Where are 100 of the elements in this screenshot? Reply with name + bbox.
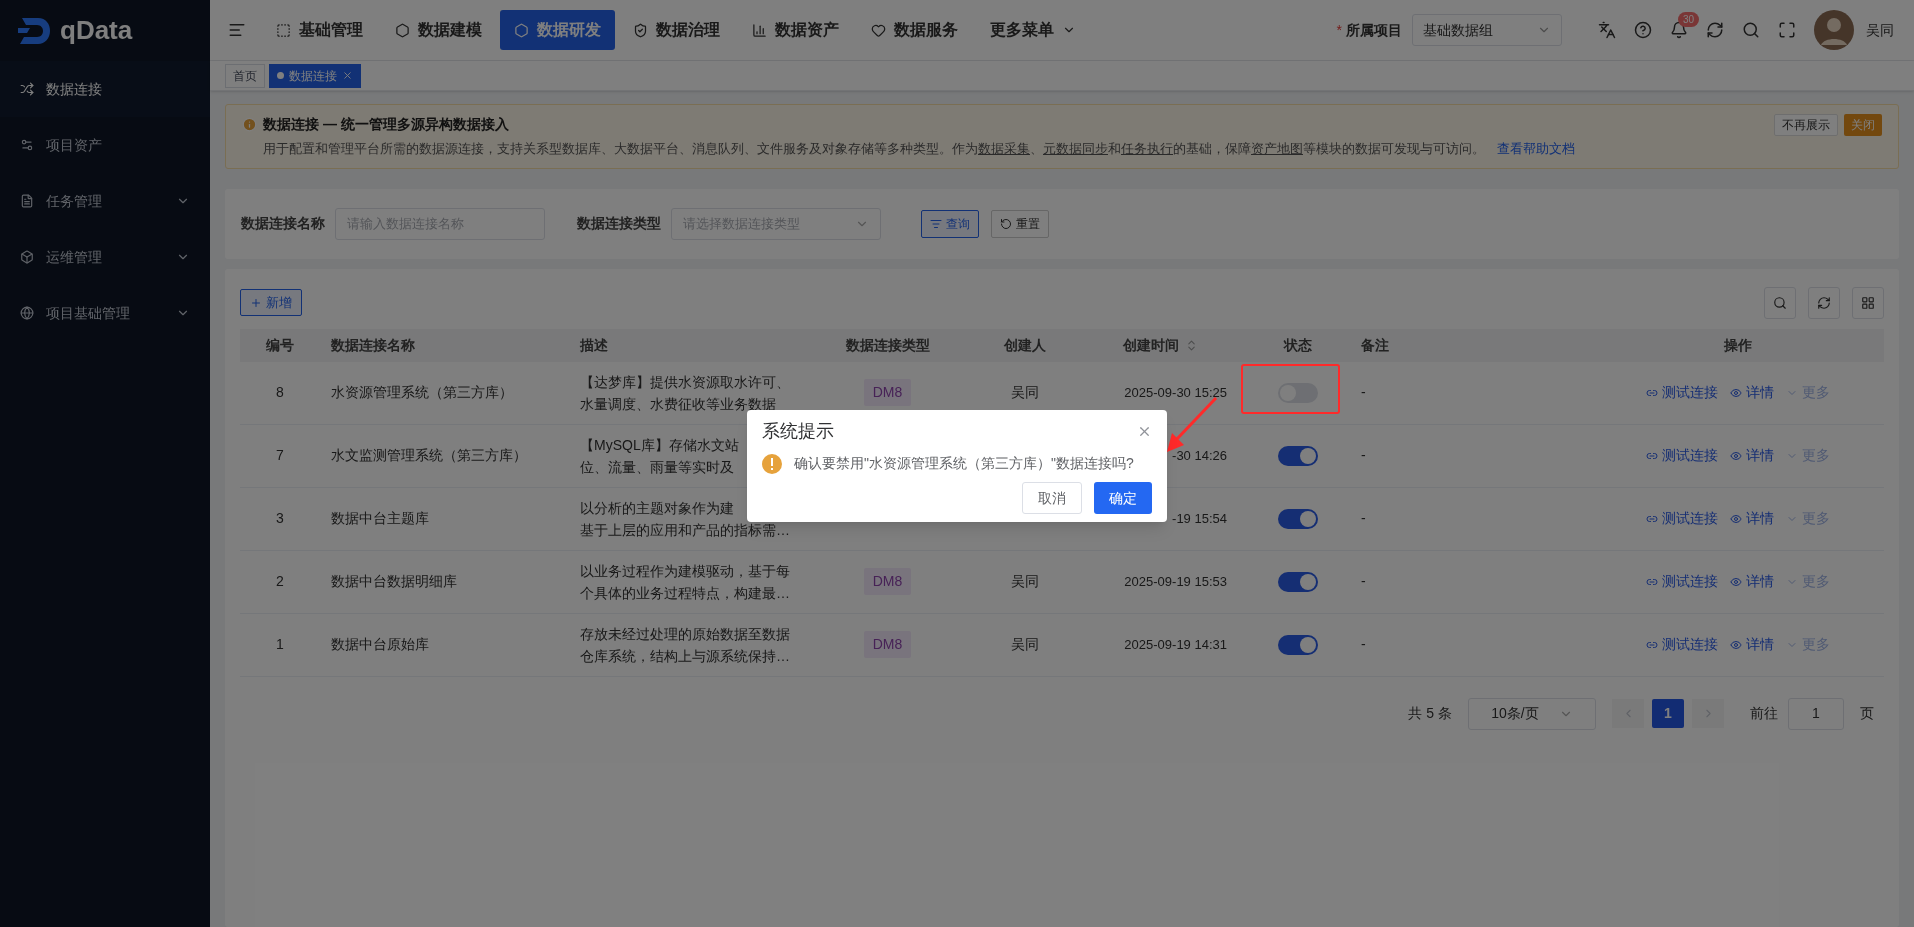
warning-icon: [762, 453, 782, 474]
id-cell-text: 2: [276, 572, 284, 591]
column-header: 描述: [580, 335, 608, 355]
translate-icon[interactable]: [1598, 21, 1616, 39]
eye-icon: [1729, 575, 1742, 588]
name-cell-text: 水文监测管理系统（第三方库）: [331, 446, 527, 465]
columns-button[interactable]: [1852, 286, 1884, 319]
id-cell-text: 8: [276, 383, 284, 402]
user-name: 吴同: [1866, 20, 1894, 40]
inline-link[interactable]: 任务执行: [1121, 141, 1173, 156]
search-icon[interactable]: [1742, 21, 1760, 39]
sidebar-item[interactable]: 项目资产: [0, 117, 210, 173]
time-cell-text: 2025-09-30 15:25: [1124, 383, 1227, 402]
test-link[interactable]: 测试连接: [1645, 634, 1718, 655]
id-cell-text: 7: [276, 446, 284, 465]
test-link[interactable]: 测试连接: [1645, 571, 1718, 592]
nav-tab[interactable]: 更多菜单: [976, 10, 1090, 50]
status-switch[interactable]: [1277, 508, 1318, 529]
required-mark: *: [1336, 20, 1342, 40]
page-tab[interactable]: 首页: [225, 63, 265, 88]
id-cell-text: 3: [276, 509, 284, 528]
dismiss-button[interactable]: 不再展示: [1774, 114, 1838, 136]
test-link[interactable]: 测试连接: [1645, 445, 1718, 466]
note-cell-text: -: [1361, 509, 1366, 528]
inline-link[interactable]: 资产地图: [1251, 141, 1303, 156]
close-icon[interactable]: [1137, 424, 1152, 439]
detail-link[interactable]: 详情: [1729, 571, 1774, 592]
dialog-message: 确认要禁用"水资源管理系统（第三方库）"数据连接吗?: [794, 454, 1134, 473]
test-link[interactable]: 测试连接: [1645, 508, 1718, 529]
close-button[interactable]: 关闭: [1844, 114, 1882, 136]
type-tag: DM8: [863, 631, 912, 658]
detail-link[interactable]: 详情: [1729, 445, 1774, 466]
add-button[interactable]: 新增: [240, 289, 302, 316]
refresh-icon[interactable]: [1706, 21, 1724, 39]
project-select[interactable]: 基础数据组: [1412, 14, 1562, 46]
id-cell-text: 1: [276, 635, 284, 654]
total-count: 共 5 条: [1408, 704, 1452, 723]
reset-button[interactable]: 重置: [991, 209, 1049, 238]
confirm-button[interactable]: 确定: [1094, 482, 1152, 514]
type-tag: DM8: [863, 568, 912, 595]
nav-tab[interactable]: 数据研发: [500, 10, 615, 50]
nav-tab[interactable]: 基础管理: [262, 10, 377, 50]
refresh-icon: [1817, 295, 1831, 310]
query-button[interactable]: 查询: [921, 209, 979, 238]
annotation-arrow: [1167, 396, 1218, 452]
search-button[interactable]: [1764, 286, 1796, 319]
sidebar-item[interactable]: 项目基础管理: [0, 285, 210, 341]
creator-cell-text: 吴同: [1011, 635, 1039, 654]
name-cell-text: 数据中台原始库: [331, 635, 429, 654]
description-cell-text: 以业务过程作为建模驱动，基于每 个具体的业务过程特点，构建最…: [580, 561, 790, 603]
detail-link[interactable]: 详情: [1729, 508, 1774, 529]
status-switch[interactable]: [1277, 445, 1318, 466]
time-cell-text: -19 15:54: [1172, 509, 1227, 528]
avatar[interactable]: [1814, 10, 1854, 50]
nav-tab[interactable]: 数据治理: [619, 10, 734, 50]
close-icon[interactable]: [342, 70, 353, 81]
inline-link[interactable]: 数据采集: [978, 141, 1030, 156]
status-switch[interactable]: [1277, 571, 1318, 592]
eye-icon: [1729, 449, 1742, 462]
query-icon: [930, 217, 942, 230]
refresh-button[interactable]: [1808, 286, 1840, 319]
column-header: 备注: [1361, 335, 1389, 355]
banner-title: 数据连接 — 统一管理多源异构数据接入: [263, 115, 509, 134]
creator-cell-text: 吴同: [1011, 572, 1039, 591]
help-link[interactable]: 查看帮助文档: [1497, 141, 1575, 156]
sidebar-item[interactable]: 任务管理: [0, 173, 210, 229]
dialog-title: 系统提示: [762, 420, 834, 443]
name-cell-text: 数据中台主题库: [331, 509, 429, 528]
project-label: 所属项目: [1346, 20, 1402, 40]
nav-icon: [871, 22, 886, 38]
detail-link[interactable]: 详情: [1729, 382, 1774, 403]
sidebar-item[interactable]: 数据连接: [0, 61, 210, 117]
column-header: 状态: [1283, 335, 1312, 355]
bell-icon[interactable]: [1670, 21, 1688, 39]
notification-badge: 30: [1678, 12, 1700, 27]
page-size-select[interactable]: 10条/页: [1468, 697, 1596, 730]
name-cell-text: 水资源管理系统（第三方库）: [331, 383, 513, 402]
creator-cell-text: 吴同: [1011, 383, 1039, 402]
column-header: 创建时间: [1122, 335, 1179, 355]
inline-link[interactable]: 元数据同步: [1043, 141, 1108, 156]
page-tab[interactable]: 数据连接: [269, 63, 361, 88]
cancel-button[interactable]: 取消: [1022, 482, 1082, 514]
page-button[interactable]: 1: [1652, 699, 1684, 728]
goto-field[interactable]: 1: [1788, 697, 1844, 730]
nav-tab[interactable]: 数据资产: [738, 10, 853, 50]
help-icon[interactable]: [1634, 21, 1652, 39]
column-header: 创建人: [1004, 335, 1046, 355]
status-switch[interactable]: [1277, 634, 1318, 655]
sidebar-item[interactable]: 运维管理: [0, 229, 210, 285]
nav-tab[interactable]: 数据服务: [857, 10, 972, 50]
note-cell-text: -: [1361, 635, 1366, 654]
fullscreen-icon[interactable]: [1778, 21, 1796, 39]
plus-icon: [250, 296, 262, 309]
nav-icon: [395, 22, 410, 38]
time-cell-text: -30 14:26: [1172, 446, 1227, 465]
grid-icon: [1861, 295, 1875, 310]
test-link[interactable]: 测试连接: [1645, 382, 1718, 403]
nav-tab[interactable]: 数据建模: [381, 10, 496, 50]
detail-link[interactable]: 详情: [1729, 634, 1774, 655]
description-cell-text: 【MySQL库】存储水文站 位、流量、雨量等实时及: [580, 435, 739, 477]
